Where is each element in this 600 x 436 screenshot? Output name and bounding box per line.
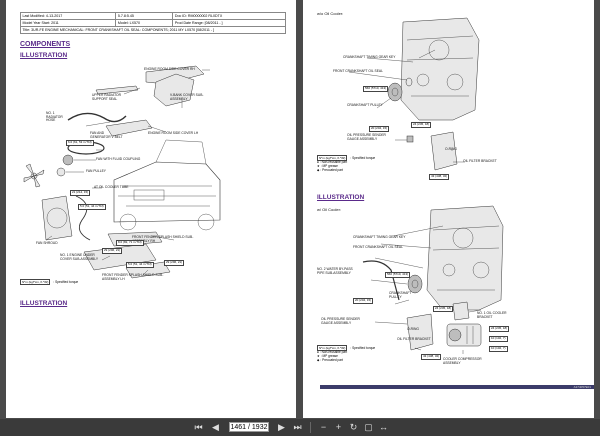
torque-box: 43 (438, 32): [429, 174, 450, 180]
torque-box: 29 (296, 21): [102, 248, 123, 254]
fit-page-icon[interactable]: ▢: [363, 422, 374, 433]
fan-shroud-part: [41, 195, 73, 241]
left-page: Last Modified: 4-13-2017 5.7.8:5.45 Doc …: [6, 0, 296, 418]
torque-box: 21 (214, 15): [70, 190, 91, 196]
page-number-input[interactable]: 1461 / 1932: [229, 422, 269, 432]
label-timing-gear-key-top: CRANKSHAFT TIMING GEAR KEY: [343, 55, 396, 59]
illustration-heading-2: ILLUSTRATION: [20, 300, 68, 307]
label-sender-gauge-bottom: OIL PRESSURE SENDER GAUGE ASSEMBLY: [321, 317, 360, 325]
label-o-ring-bottom: O-RING: [407, 327, 419, 331]
cooler-compressor-part: [446, 323, 482, 347]
torque-box: 43 (438, 32): [421, 354, 442, 360]
next-page-icon[interactable]: ▶: [276, 422, 287, 433]
label-fan-shroud: FAN SHROUD: [36, 241, 58, 245]
first-page-icon[interactable]: ⏮: [193, 422, 204, 433]
illustration-heading-right: ILLUSTRATION: [317, 194, 365, 201]
torque-box: 20 (204, 15): [369, 126, 390, 132]
torque-box: 5.0 (51, 44 in.*lbf): [78, 204, 106, 210]
fan-part: [23, 163, 45, 188]
last-page-icon[interactable]: ⏭: [292, 422, 303, 433]
label-fan-coupling: FAN WITH FLUID COUPLING: [96, 157, 141, 161]
pdf-viewer-toolbar: ⏮ ◀ 1461 / 1932 ▶ ⏭ − + ↻ ▢ ↔: [0, 419, 600, 436]
torque-box: 20 (204, 15): [353, 298, 374, 304]
torque-box: 24 (245, 18): [433, 306, 454, 312]
engine-block-top: [400, 17, 480, 121]
label-v-bank-cover: V-BANK COVER SUB-ASSEMBLY: [170, 93, 204, 101]
label-under-cover: NO. 1 ENGINE UNDER COVER SUB-ASSEMBLY: [60, 253, 99, 261]
zoom-out-icon[interactable]: −: [318, 422, 329, 433]
label-o-ring-top: O-RING: [445, 147, 457, 151]
radiator-hose-part: [67, 112, 127, 123]
toolbar-divider: [310, 422, 311, 433]
oil-seal-top: [405, 77, 413, 87]
torque-box: 10 (102, 7): [489, 346, 508, 352]
label-oil-seal-top: FRONT CRANKSHAFT OIL SEAL: [333, 69, 383, 73]
fit-width-icon[interactable]: ↔: [378, 422, 389, 433]
oil-filter-bracket-bottom: [406, 313, 434, 351]
engine-block-bottom: [426, 205, 504, 311]
label-bypass-pipe: NO. 2 WATER BY-PASS PIPE SUB-ASSEMBLY: [317, 267, 353, 275]
torque-box: 29 (296, 21): [164, 260, 185, 266]
torque-box: 6.0 (61, 53 in.*lbf): [66, 140, 94, 146]
zoom-in-icon[interactable]: +: [333, 422, 344, 433]
right-page: w/o Oil Cooler: CRANKSHAFT TIMING GEAR K…: [303, 0, 594, 418]
label-fan-belt: FAN AND GENERATOR V BELT: [90, 131, 123, 139]
label-oil-seal-bottom: FRONT CRANKSHAFT OIL SEAL: [353, 245, 403, 249]
engine-room-illustration: [23, 65, 221, 279]
legend-bottom: N*m (kgf*cm, ft.*lbf): Specified torque …: [317, 345, 376, 362]
label-timing-gear-key-bottom: CRANKSHAFT TIMING GEAR KEY: [353, 235, 406, 239]
label-side-cover-rh: ENGINE ROOM SIDE COVER RH: [144, 67, 195, 71]
label-radiator-seal: UPPER RADIATOR SUPPORT SEAL: [92, 93, 122, 101]
torque-box: 560 (5710, 413): [363, 86, 389, 92]
prev-page-icon[interactable]: ◀: [210, 422, 221, 433]
label-radiator-hose: NO. 1 RADIATOR HOSE: [46, 111, 63, 123]
oil-cooler-bracket-part: [452, 301, 470, 321]
label-cooler-bracket: NO. 1 OIL COOLER BRACKET: [477, 311, 507, 319]
torque-legend: N*m (kgf*cm, ft.*lbf): Specified torque: [20, 279, 79, 285]
label-sender-gauge-top: OIL PRESSURE SENDER GAUGE ASSEMBLY: [347, 133, 386, 141]
torque-box: 560 (5710, 413): [385, 272, 411, 278]
sender-gauge-top: [406, 135, 414, 143]
oil-cooler-tube-part: [75, 195, 91, 241]
torque-box: 10 (102, 7): [489, 336, 508, 342]
label-pulley-bottom: CRANKSHAFT PULLEY: [389, 291, 412, 299]
label-filter-bracket-bottom: OIL FILTER BRACKET: [397, 337, 431, 341]
fan-pulley-part: [56, 167, 66, 177]
label-filter-bracket-top: OIL FILTER BRACKET: [463, 159, 497, 163]
torque-box: 24 (245, 18): [411, 122, 432, 128]
rotate-icon[interactable]: ↻: [348, 422, 359, 433]
crankshaft-pulley-top: [387, 82, 403, 102]
figure-code: A174057E01: [573, 384, 591, 389]
vehicle-front-part: [113, 139, 221, 231]
w-oil-cooler-caption: w/ Oil Cooler:: [317, 207, 342, 212]
legend-top: N*m (kgf*cm, ft.*lbf): Specified torque …: [317, 155, 376, 172]
fan-coupling-part: [62, 154, 74, 166]
label-oil-cooler-tube: AT OIL COOLER TUBE: [94, 185, 129, 189]
label-splash-shield-lh: FRONT FENDER SPLASH SHIELD SUB-ASSEMBLY …: [102, 273, 164, 281]
label-pulley-top: CRANKSHAFT PULLEY: [347, 103, 383, 107]
torque-box: 5.0 (51, 44 in.*lbf): [126, 262, 154, 268]
legend-unit: N*m (kgf*cm, ft.*lbf): [20, 279, 51, 285]
torque-box: 8.0 (82, 71 in.*lbf): [116, 240, 144, 246]
label-fan-pulley: FAN PULLEY: [86, 169, 106, 173]
torque-box: 24 (245, 18): [489, 326, 510, 332]
figure-footer-bar: A174057E01: [320, 385, 594, 389]
label-cooler-compressor: COOLER COMPRESSOR ASSEMBLY: [443, 357, 482, 365]
legend-text: : Specified torque: [53, 280, 79, 284]
label-side-cover-lh: ENGINE ROOM SIDE COVER LH: [148, 131, 199, 135]
